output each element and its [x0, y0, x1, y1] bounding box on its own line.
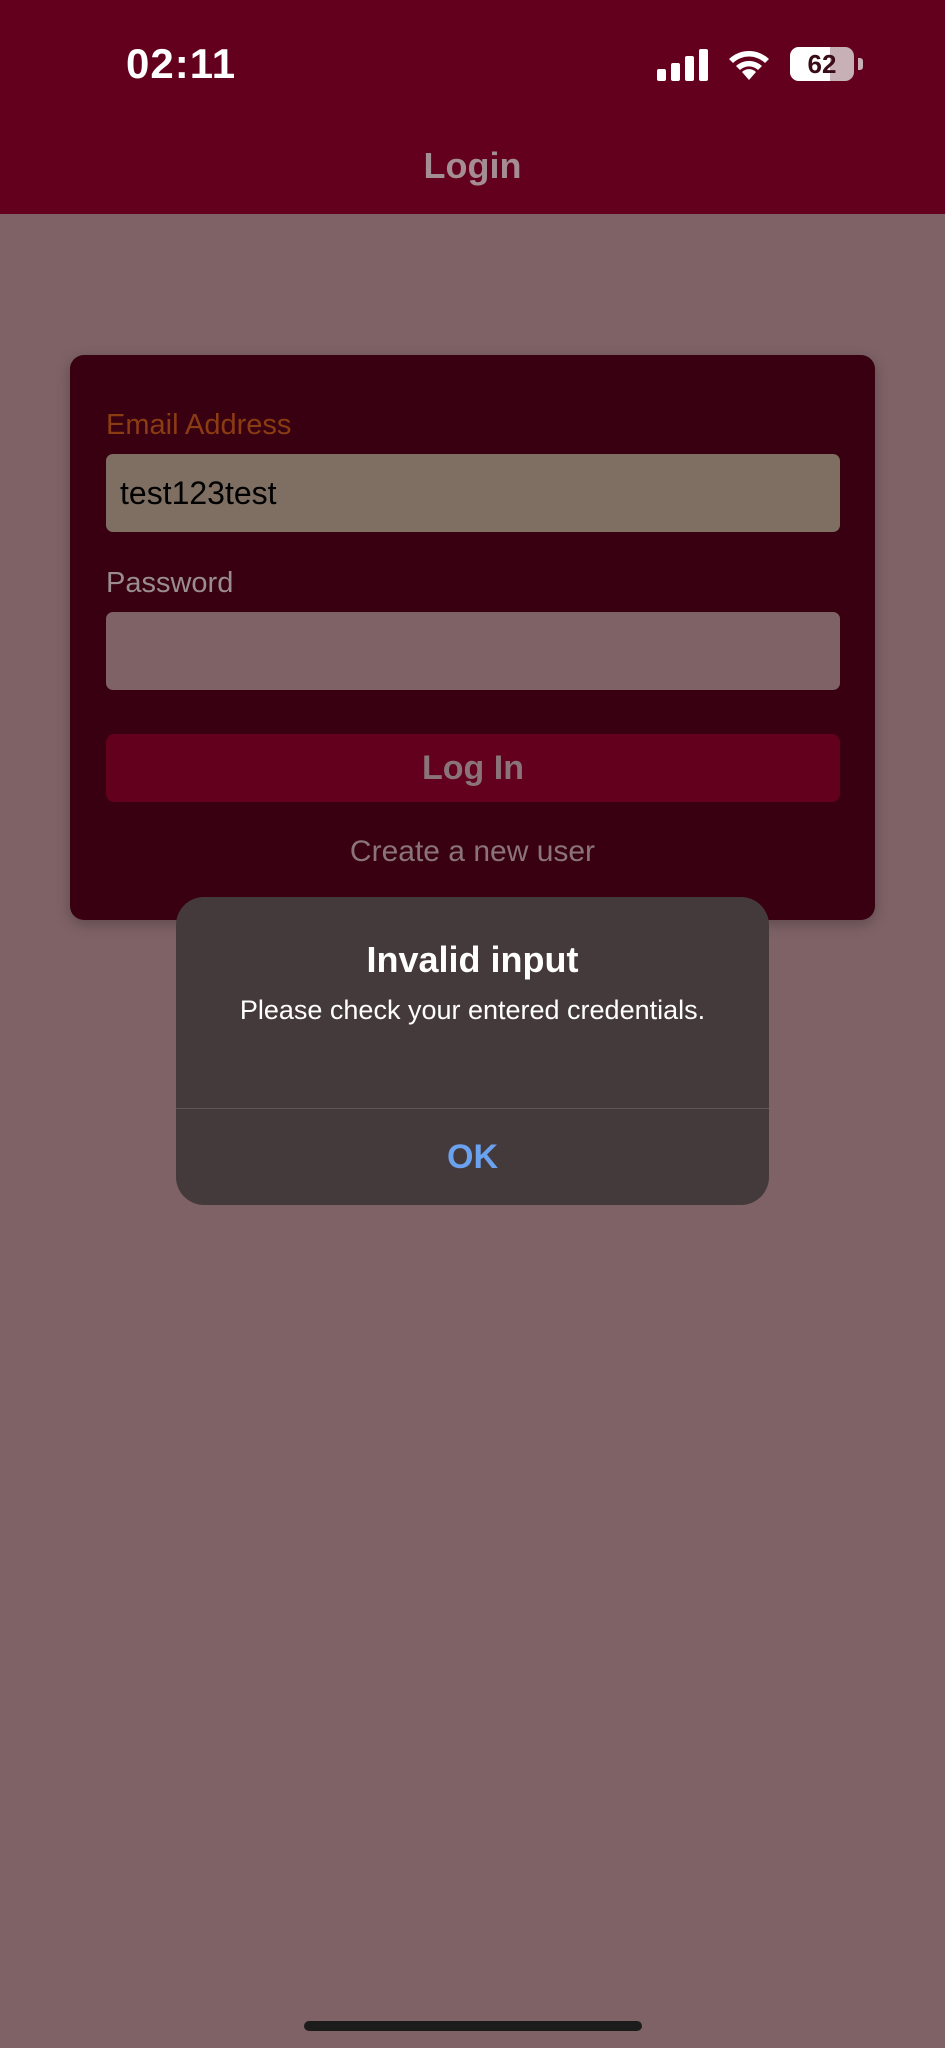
alert-ok-button[interactable]: OK — [176, 1109, 769, 1205]
battery-cap — [858, 58, 863, 70]
login-button[interactable]: Log In — [106, 734, 840, 802]
login-card: Email Address test123test Password Log I… — [70, 355, 875, 920]
status-time: 02:11 — [126, 40, 237, 87]
battery-level: 62 — [807, 49, 837, 79]
page-title: Login — [423, 145, 522, 186]
password-label: Password — [106, 567, 234, 599]
alert-title: Invalid input — [366, 939, 579, 980]
email-label: Email Address — [106, 409, 292, 441]
home-indicator[interactable] — [304, 2021, 642, 2031]
email-field[interactable]: test123test — [106, 454, 840, 532]
battery-icon: 62 — [790, 47, 854, 81]
password-field[interactable] — [106, 612, 840, 690]
wifi-icon — [729, 51, 769, 80]
alert-dialog: Invalid input Please check your entered … — [176, 897, 769, 1205]
status-icons: 62 — [657, 44, 863, 84]
app-header: 02:11 62 Login — [0, 0, 945, 214]
alert-message: Please check your entered credentials. — [239, 995, 706, 1025]
create-user-link[interactable]: Create a new user — [70, 835, 875, 869]
cellular-signal-icon — [657, 47, 708, 81]
